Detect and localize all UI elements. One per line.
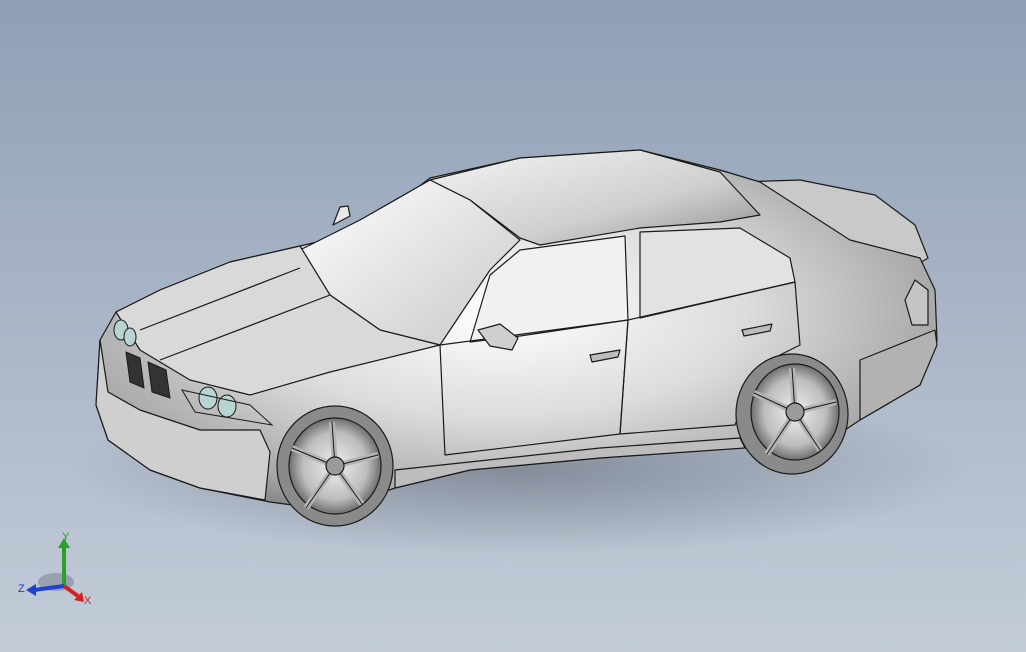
car-model-view[interactable] — [0, 0, 1026, 652]
rear-wheel[interactable] — [735, 353, 849, 475]
antenna — [332, 205, 351, 226]
triad-x-label: X — [84, 595, 92, 607]
headlight-right-outer — [198, 386, 218, 410]
front-wheel[interactable] — [276, 405, 394, 527]
triad-z-arrow — [26, 584, 36, 596]
rear-hub — [785, 402, 805, 422]
front-hub — [325, 456, 345, 476]
triad-z-label: Z — [18, 583, 25, 595]
headlight-left-inner — [123, 327, 137, 347]
orientation-triad[interactable]: Y Z X — [14, 532, 98, 616]
graphics-viewport[interactable]: Y Z X — [0, 0, 1026, 652]
triad-x-axis — [62, 584, 80, 598]
triad-y-label: Y — [62, 532, 70, 543]
